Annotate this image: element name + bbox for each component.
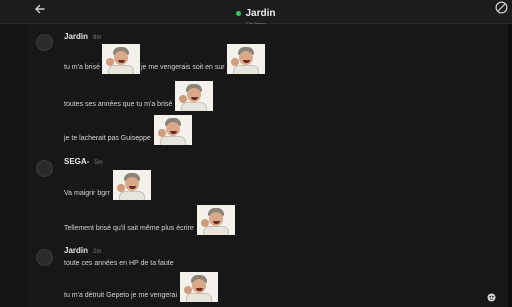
message-text: Va maigrir bgrr — [64, 190, 110, 197]
message-line: je te lacherait pas Guiseppe — [64, 115, 192, 145]
message-text: tu m'a brisé — [64, 64, 100, 71]
message-list[interactable]: Jardin 9m tu m'a brisé je me vengerais s… — [28, 24, 508, 307]
conversation-title: Jardin — [245, 8, 276, 19]
online-status-dot — [236, 11, 242, 16]
chat-header: Jardin En ligne — [0, 0, 512, 28]
left-rail — [0, 24, 28, 307]
meme-image[interactable] — [226, 44, 265, 74]
message-line: tu m'a détruit Gepeto je me vengerai — [64, 272, 219, 302]
message-author[interactable]: Jardin — [64, 32, 88, 41]
message-text: je me vengerais soit en sur — [140, 64, 225, 71]
message-header: SEGA- 5m — [64, 157, 103, 166]
meme-image[interactable] — [101, 44, 140, 74]
message-time: 9m — [93, 35, 102, 41]
scroll-to-bottom-icon[interactable] — [487, 293, 496, 302]
message-author[interactable]: SEGA- — [64, 157, 89, 166]
meme-image[interactable] — [196, 205, 235, 235]
meme-image[interactable] — [153, 115, 192, 145]
block-icon[interactable] — [495, 1, 508, 14]
meme-image[interactable] — [112, 170, 151, 200]
message-text: toutes ses années que tu m'a brisé — [64, 101, 173, 108]
scrollbar-track[interactable] — [508, 24, 512, 307]
avatar[interactable] — [36, 34, 53, 51]
meme-image[interactable] — [175, 81, 214, 111]
avatar[interactable] — [36, 160, 53, 177]
message-text: je te lacherait pas Guiseppe — [64, 135, 151, 142]
avatar[interactable] — [36, 249, 53, 266]
message-line: toute ces années en HP de ta faute — [64, 242, 174, 270]
message-text: tu m'a détruit Gepeto je me vengerai — [64, 292, 178, 299]
message-line: Va maigrir bgrr — [64, 170, 151, 200]
message-header: Jardin 9m — [64, 32, 101, 41]
message-line: tu m'a brisé je me vengerais soit en sur — [64, 44, 265, 74]
message-line: Tellement brisé qu'il sait même plus écr… — [64, 205, 235, 235]
meme-image[interactable] — [180, 272, 219, 302]
message-text: toute ces années en HP de ta faute — [64, 260, 174, 267]
message-time: 5m — [94, 160, 103, 166]
message-line: toutes ses années que tu m'a brisé — [64, 81, 214, 111]
message-text: Tellement brisé qu'il sait même plus écr… — [64, 225, 194, 232]
